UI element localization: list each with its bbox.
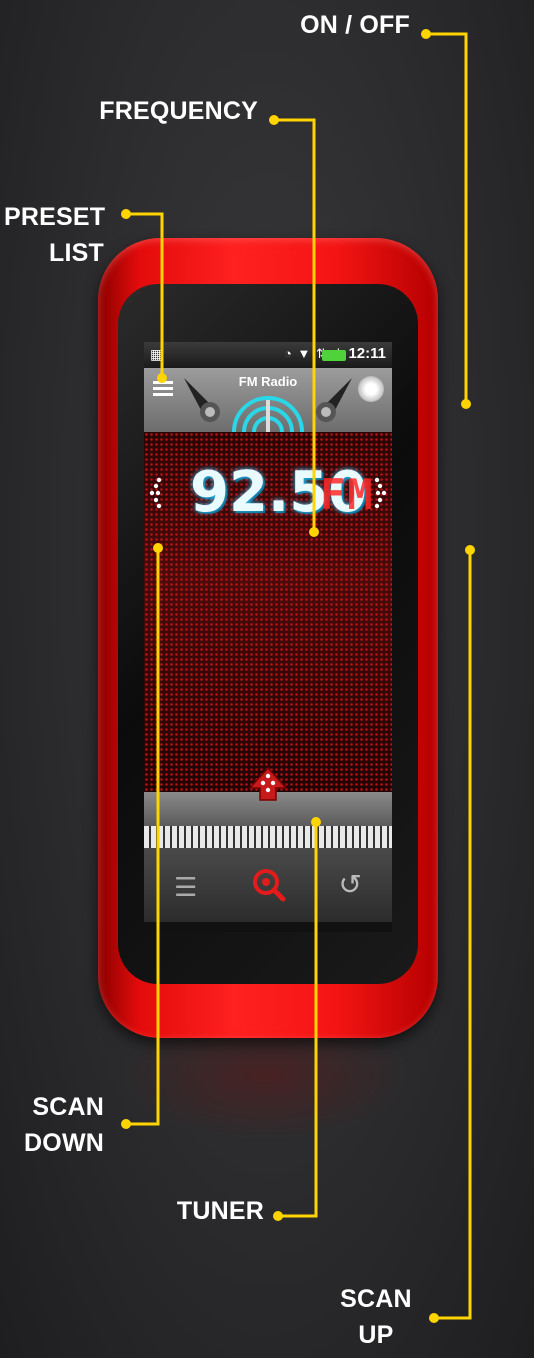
scan-up-label-2: UP [358,1321,394,1349]
scan-down-label-1: SCAN [32,1093,104,1121]
scan-down-label-2: DOWN [24,1129,104,1157]
scan-up-label-1: SCAN [340,1285,412,1313]
preset-list-label-1: PRESET [4,203,106,231]
tuner-label: TUNER [176,1197,264,1225]
frequency-label: FREQUENCY [99,97,258,125]
preset-list-label-2: LIST [49,239,104,267]
on-off-label: ON / OFF [300,11,410,39]
